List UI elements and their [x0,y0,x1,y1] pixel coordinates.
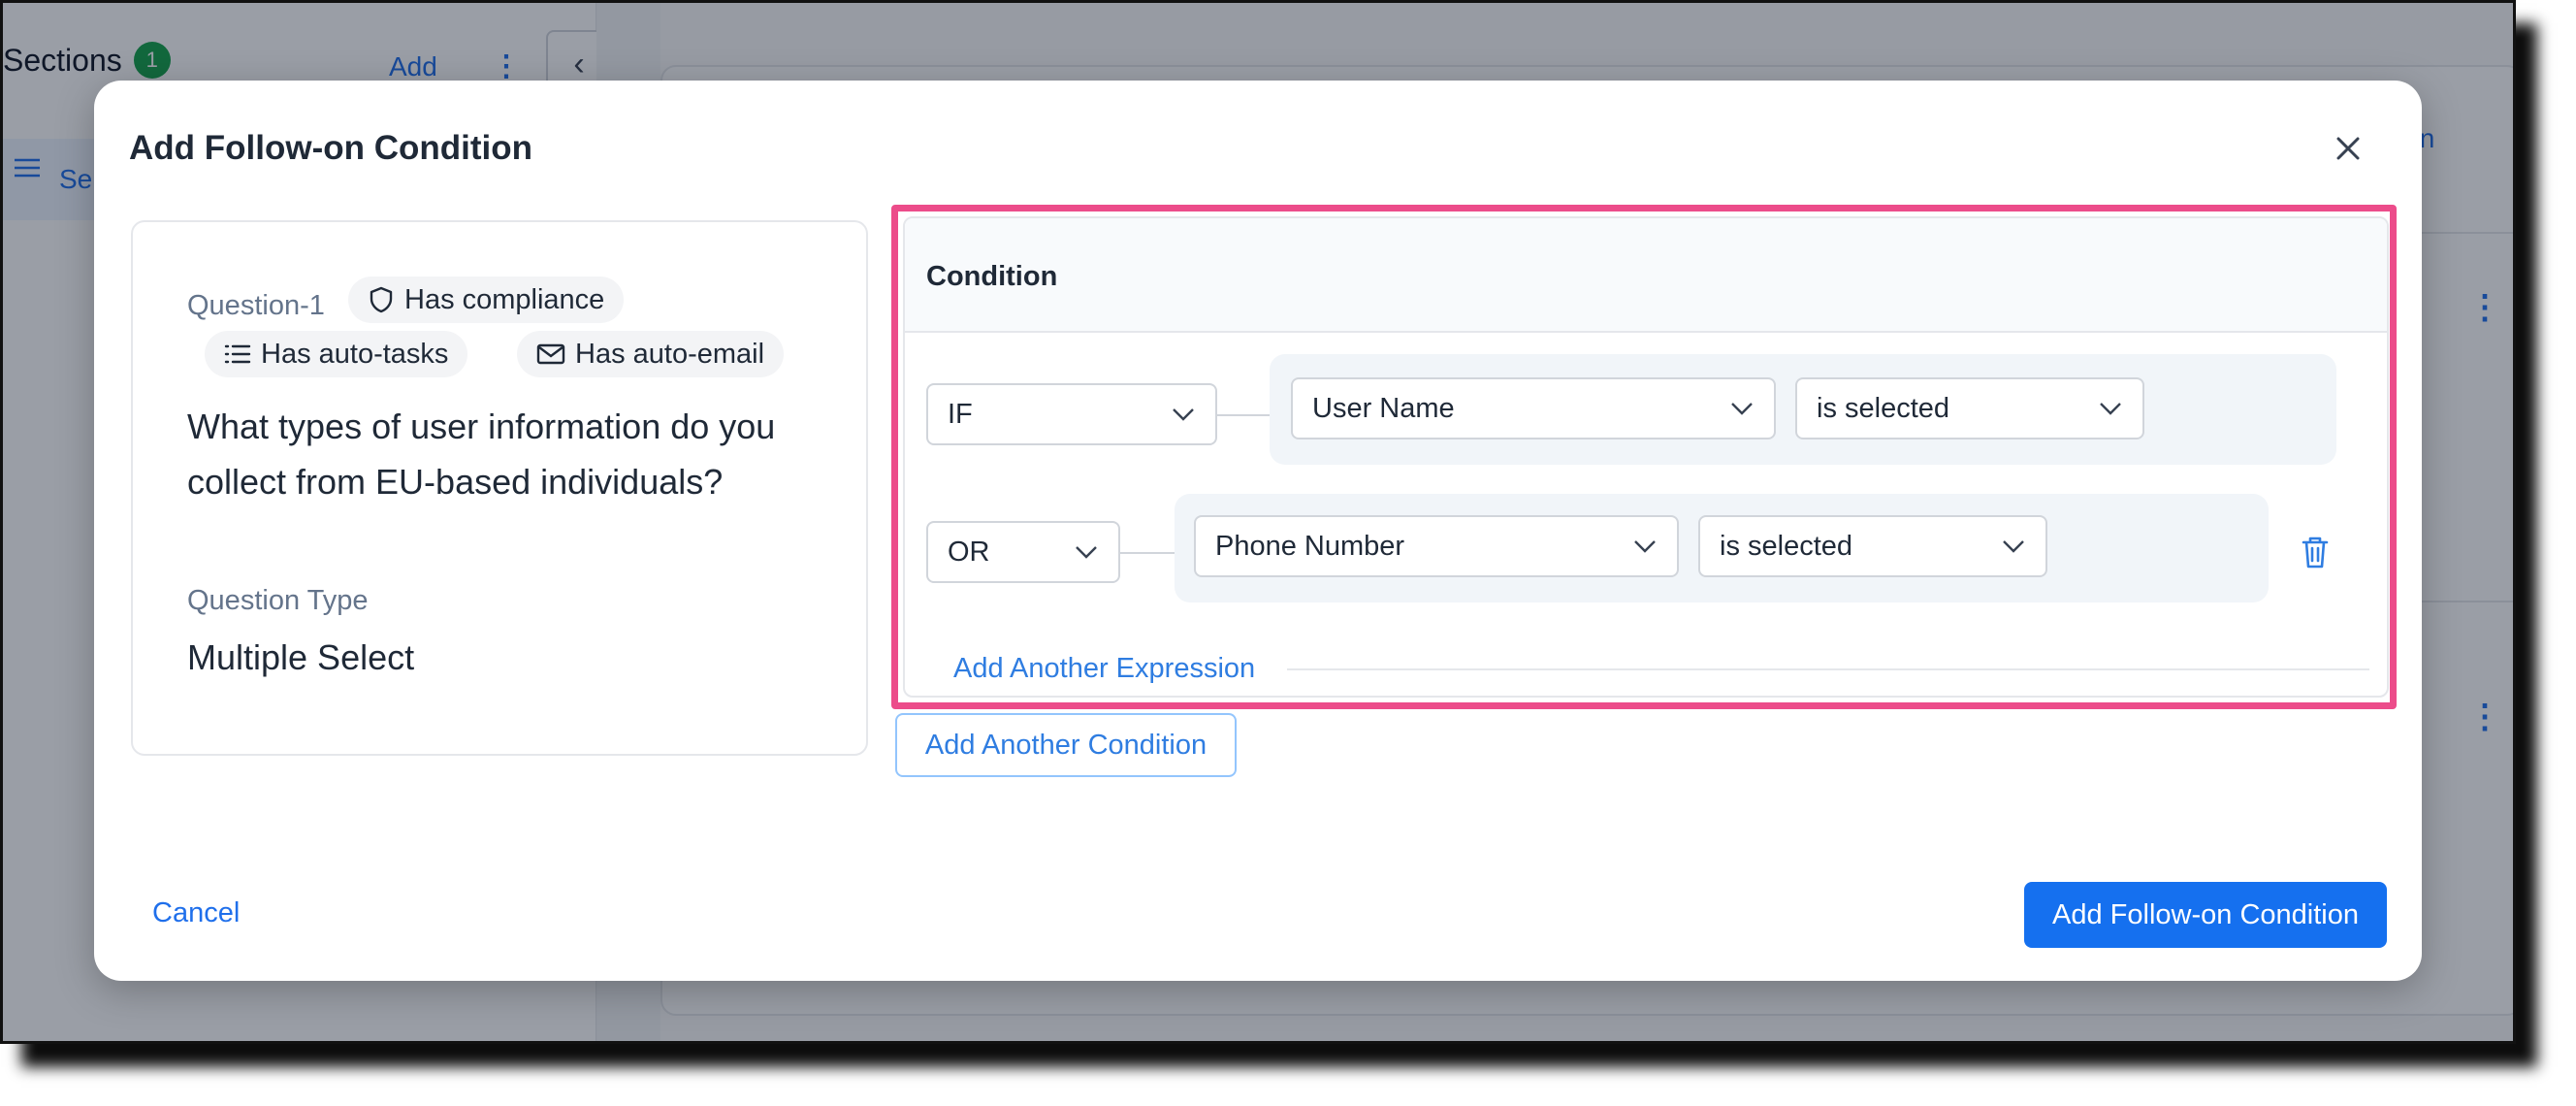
trash-icon[interactable] [2298,533,2333,571]
close-button[interactable] [2325,125,2371,172]
chevron-down-icon [2100,403,2121,415]
question-card: Question-1 Has compliance Has auto-tasks… [131,220,868,756]
add-another-condition-button[interactable]: Add Another Condition [895,713,1237,777]
add-another-expression-link[interactable]: Add Another Expression [953,653,1255,685]
question-id-label: Question-1 [187,290,325,321]
field-value: Phone Number [1215,530,1405,562]
close-icon [2336,137,2360,160]
chevron-down-icon [2003,540,2024,553]
add-follow-on-condition-button[interactable]: Add Follow-on Condition [2024,882,2387,948]
question-type-value: Multiple Select [187,637,415,677]
connector-line [1120,552,1175,554]
question-text: What types of user information do you co… [187,407,776,502]
field-select[interactable]: Phone Number [1194,515,1679,577]
divider [1287,668,2369,670]
tag-label: Has auto-email [575,338,765,370]
add-follow-on-condition-dialog: Add Follow-on Condition Question-1 Has c… [94,81,2422,981]
chevron-down-icon [1634,540,1656,553]
list-icon [224,344,251,364]
condition-header: Condition [905,218,2387,333]
dialog-title: Add Follow-on Condition [129,129,532,167]
comparison-value: is selected [1817,392,1950,424]
operator-select-or[interactable]: OR [926,521,1120,583]
connector-line [1217,414,1270,416]
auto-email-tag: Has auto-email [517,331,785,377]
compliance-tag: Has compliance [348,276,625,323]
cancel-button[interactable]: Cancel [152,897,240,929]
comparison-select[interactable]: is selected [1795,377,2144,439]
operator-select-if[interactable]: IF [926,383,1217,445]
field-value: User Name [1312,392,1455,424]
field-select[interactable]: User Name [1291,377,1776,439]
operator-value: OR [948,536,990,568]
comparison-value: is selected [1720,530,1853,562]
condition-card: Condition IF User Name is selected OR Ph… [903,216,2389,698]
tag-label: Has auto-tasks [261,338,449,370]
shield-icon [370,286,393,313]
tag-label: Has compliance [404,283,605,315]
app-window: Sections 1 Add ⋮ ‹ Se ion ⋮ ⋮ ⋮ Add Foll… [0,0,2516,1044]
operator-value: IF [948,398,973,430]
auto-tasks-tag: Has auto-tasks [205,331,468,377]
mail-icon [536,343,565,365]
chevron-down-icon [1173,408,1194,421]
chevron-down-icon [1076,546,1097,559]
chevron-down-icon [1731,403,1753,415]
comparison-select[interactable]: is selected [1698,515,2047,577]
question-type-label: Question Type [187,585,369,616]
condition-title: Condition [926,261,1058,292]
